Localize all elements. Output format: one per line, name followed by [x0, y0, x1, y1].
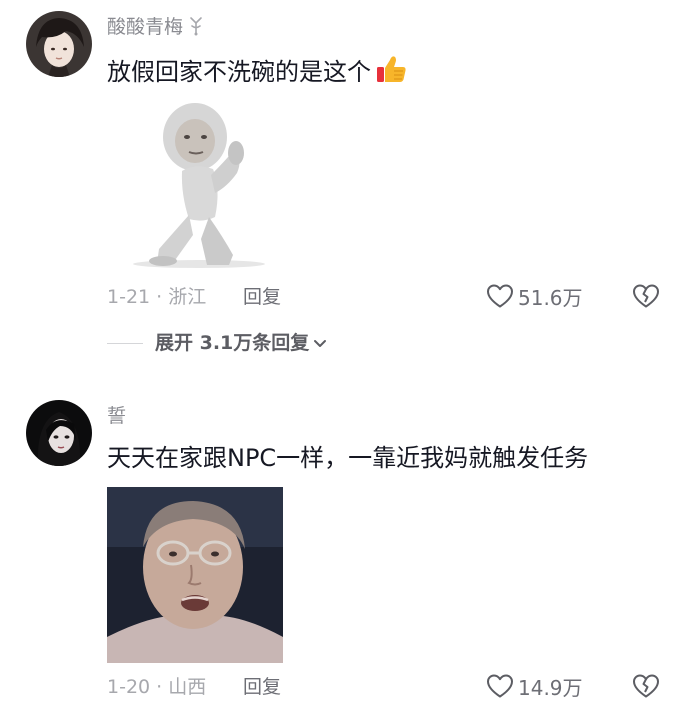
- username[interactable]: 酸酸青梅: [107, 15, 205, 42]
- comment-meta: 1-21 · 浙江: [107, 285, 206, 309]
- meta-separator: ·: [156, 676, 163, 698]
- comment-meta: 1-20 · 山西: [107, 675, 206, 699]
- avatar[interactable]: [26, 400, 92, 466]
- username[interactable]: 誓: [107, 404, 126, 428]
- comment-text[interactable]: 放假回家不洗碗的是这个: [107, 54, 407, 92]
- comment-date: 1-20: [107, 676, 151, 698]
- fan-badge-icon: [187, 16, 205, 42]
- comment-date: 1-21: [107, 286, 151, 308]
- broken-heart-icon: [632, 674, 660, 703]
- comment-image[interactable]: [107, 487, 283, 663]
- comment-text-content: 放假回家不洗碗的是这个: [107, 58, 371, 86]
- comment-image[interactable]: [107, 97, 283, 273]
- meta-separator: ·: [156, 286, 163, 308]
- comment-text[interactable]: 天天在家跟NPC一样，一靠近我妈就触发任务: [107, 442, 588, 474]
- thumbs-up-icon: [375, 54, 407, 92]
- broken-heart-icon: [632, 284, 660, 313]
- comment-location: 浙江: [168, 286, 207, 308]
- avatar[interactable]: [26, 11, 92, 77]
- like-count: 14.9万: [518, 676, 583, 700]
- like-count: 51.6万: [518, 286, 583, 310]
- heart-icon: [486, 673, 514, 703]
- reply-button[interactable]: 回复: [243, 285, 281, 309]
- comment-location: 山西: [168, 676, 207, 698]
- username-text: 誓: [107, 405, 127, 427]
- comment-text-content: 天天在家跟NPC一样，一靠近我妈就触发任务: [107, 444, 589, 472]
- dislike-button[interactable]: [632, 673, 660, 703]
- reply-button[interactable]: 回复: [243, 675, 281, 699]
- like-button[interactable]: 14.9万: [486, 673, 583, 703]
- like-button[interactable]: 51.6万: [486, 283, 583, 313]
- expand-divider-line: [107, 342, 143, 344]
- expand-replies-label: 展开 3.1万条回复: [155, 332, 310, 354]
- chevron-down-icon: [313, 334, 327, 353]
- username-text: 酸酸青梅: [107, 16, 184, 38]
- heart-icon: [486, 283, 514, 313]
- dislike-button[interactable]: [632, 283, 660, 313]
- expand-replies-button[interactable]: 展开 3.1万条回复: [107, 331, 327, 355]
